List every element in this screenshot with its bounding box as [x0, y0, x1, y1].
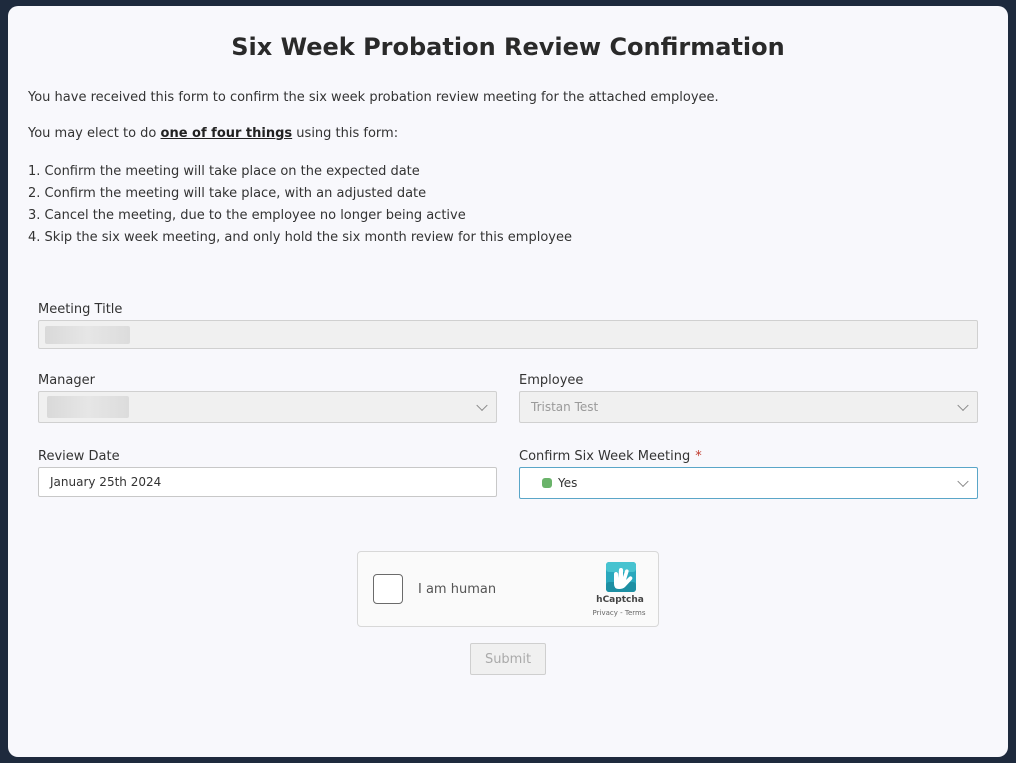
captcha-widget: I am human hCaptcha Privacy - Terms: [357, 551, 659, 627]
required-indicator: *: [695, 449, 702, 464]
review-date-label: Review Date: [38, 449, 120, 464]
chevron-down-icon: [957, 475, 969, 488]
chevron-down-icon: [476, 399, 488, 412]
captcha-brand: hCaptcha: [596, 595, 644, 605]
review-date-input[interactable]: January 25th 2024: [38, 467, 497, 497]
redacted-value: [47, 396, 129, 418]
chevron-down-icon: [957, 399, 969, 412]
intro-text: You have received this form to confirm t…: [28, 90, 719, 105]
meeting-title-field[interactable]: [38, 320, 978, 349]
confirm-value: Yes: [542, 476, 577, 490]
list-item: 4. Skip the six week meeting, and only h…: [28, 230, 572, 245]
hcaptcha-logo-icon: [606, 562, 636, 592]
manager-select[interactable]: [38, 391, 497, 423]
confirm-label: Confirm Six Week Meeting *: [519, 449, 702, 464]
redacted-value: [45, 326, 130, 344]
captcha-checkbox[interactable]: [373, 574, 403, 604]
manager-label: Manager: [38, 373, 95, 388]
submit-button[interactable]: Submit: [470, 643, 546, 675]
elect-text: You may elect to do one of four things u…: [28, 126, 399, 141]
employee-select[interactable]: Tristan Test: [519, 391, 978, 423]
captcha-label: I am human: [418, 582, 497, 597]
list-item: 1. Confirm the meeting will take place o…: [28, 164, 420, 179]
confirm-select[interactable]: Yes: [519, 467, 978, 499]
list-item: 2. Confirm the meeting will take place, …: [28, 186, 427, 201]
captcha-links[interactable]: Privacy - Terms: [584, 609, 654, 617]
employee-value: Tristan Test: [531, 400, 599, 414]
page-title: Six Week Probation Review Confirmation: [231, 33, 785, 61]
form-card: Six Week Probation Review Confirmation Y…: [8, 6, 1008, 757]
review-date-value: January 25th 2024: [50, 475, 162, 489]
meeting-title-label: Meeting Title: [38, 302, 123, 317]
elect-emphasis: one of four things: [160, 126, 293, 141]
list-item: 3. Cancel the meeting, due to the employ…: [28, 208, 466, 223]
options-list: 1. Confirm the meeting will take place o…: [28, 161, 572, 249]
employee-label: Employee: [519, 373, 584, 388]
status-dot-icon: [542, 478, 552, 488]
